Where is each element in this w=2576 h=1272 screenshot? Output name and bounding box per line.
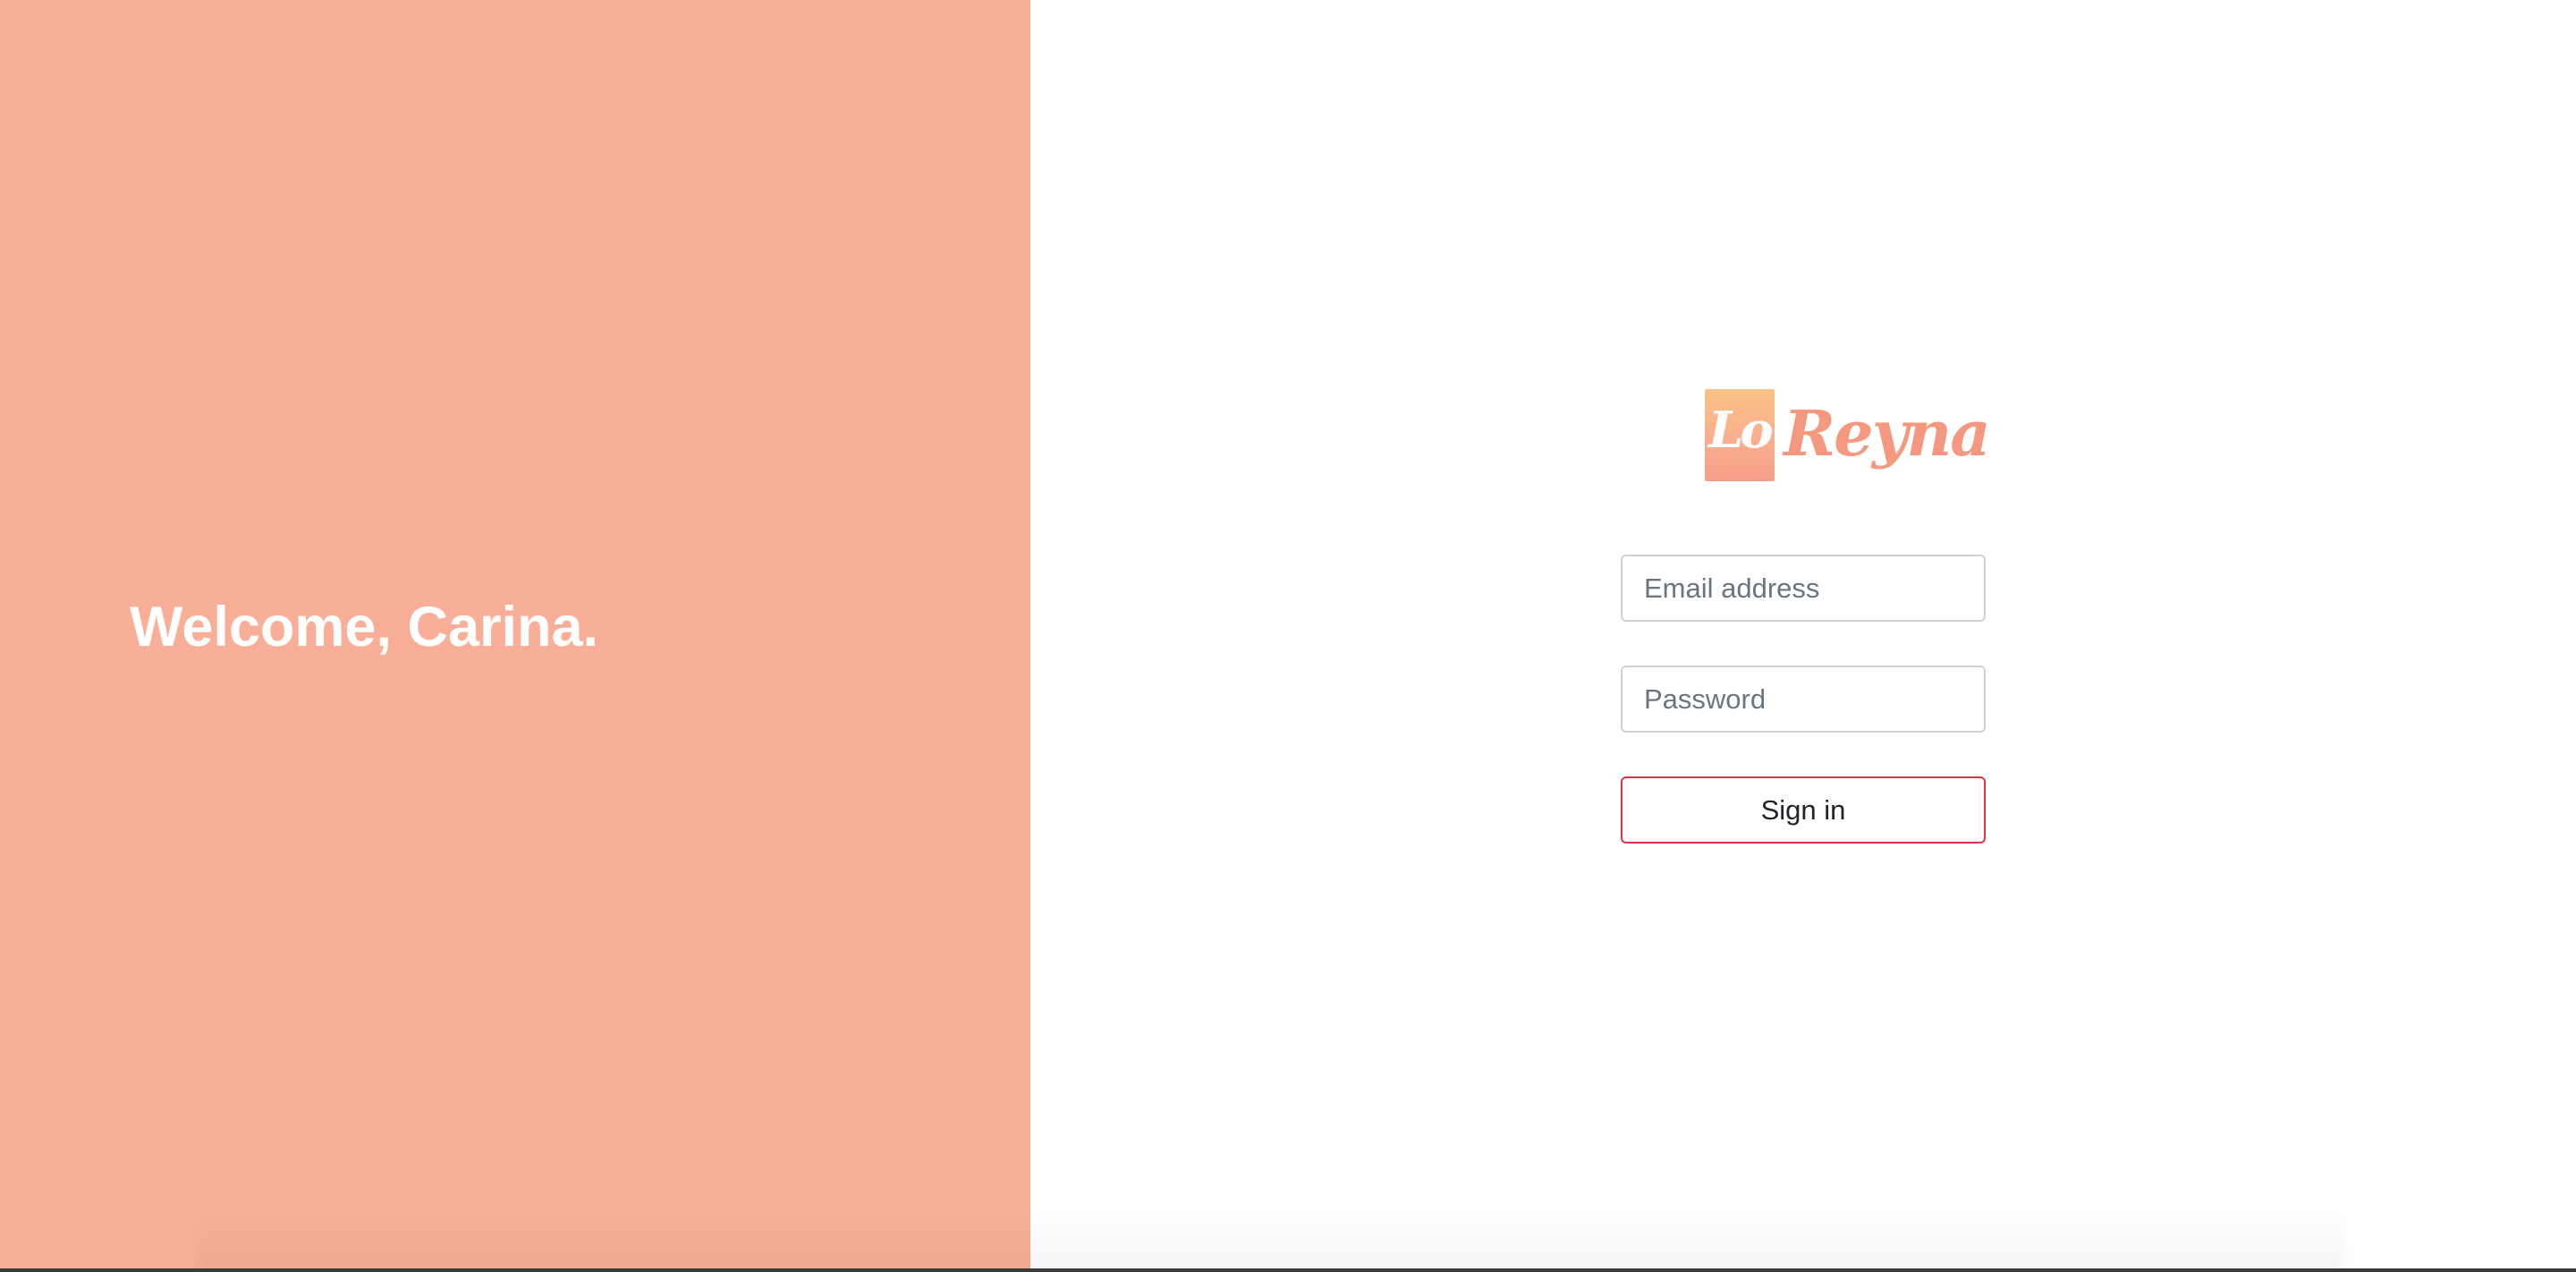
password-field[interactable] (1621, 666, 1986, 733)
logo-wordmark: Reyna (1784, 396, 1991, 471)
logo-mark-text: Lo (1708, 401, 1774, 460)
email-field[interactable] (1621, 555, 1986, 622)
login-page: Welcome, Carina. Lo Reyna Sign in (0, 0, 2576, 1272)
sign-in-button[interactable]: Sign in (1621, 776, 1986, 844)
login-panel (1030, 0, 2576, 1272)
bottom-edge (0, 1268, 2576, 1272)
welcome-heading: Welcome, Carina. (130, 596, 599, 658)
brand-logo: Lo Reyna (1705, 386, 1991, 485)
welcome-panel: Welcome, Carina. (0, 0, 1030, 1272)
logo-mark: Lo (1705, 389, 1775, 481)
